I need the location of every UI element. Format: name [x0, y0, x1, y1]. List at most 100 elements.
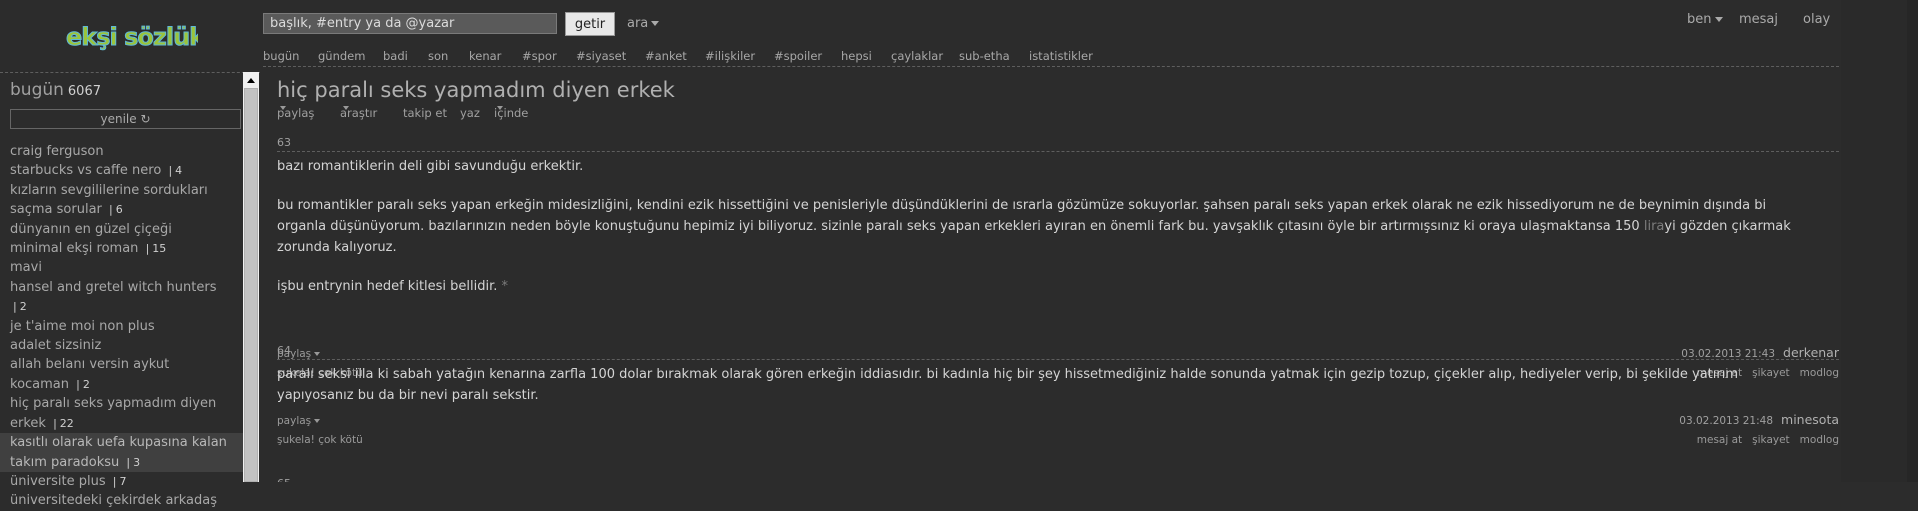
- nav-anket[interactable]: #anket: [645, 49, 687, 63]
- ekşi-sözlük-logo[interactable]: ekşi sözlük: [64, 18, 208, 54]
- topic-title: hansel and gretel witch hunters: [10, 279, 217, 295]
- logo-text: ekşi sözlük: [66, 23, 198, 51]
- entry-paragraph: paralı seksi illa ki sabah yatağın kenar…: [277, 367, 1738, 403]
- topic-entry-count: 2: [19, 300, 27, 314]
- search-options-label: ara: [627, 16, 649, 31]
- sidebar-scrollbar[interactable]: [243, 72, 259, 482]
- topic-content: hiç paralı seks yapmadım diyen erkek pay…: [277, 72, 1841, 482]
- me-menu[interactable]: ben: [1687, 12, 1723, 27]
- topic-title: üniversite plus: [10, 473, 106, 489]
- scroll-up-arrow-icon[interactable]: [243, 74, 259, 88]
- topic-count-separator: |: [126, 455, 131, 469]
- sidebar-topic-count: 6067: [67, 84, 101, 99]
- page-scrollbar[interactable]: [1907, 0, 1918, 482]
- topic-list-item[interactable]: hansel and gretel witch hunters | 2: [0, 278, 243, 317]
- topic-list-item[interactable]: allah belanı versin aykut: [0, 355, 243, 374]
- chevron-down-icon: [1714, 17, 1723, 22]
- topic-list-item[interactable]: üniversitedeki çekirdek arkadaş: [0, 491, 243, 510]
- topic-count-separator: |: [112, 474, 117, 488]
- nav-son[interactable]: son: [428, 49, 448, 63]
- left-sidebar: bugün 6067 yenile ↻ craig ferguson starbuc…: [0, 72, 260, 508]
- entry-author[interactable]: derkenar: [1783, 345, 1839, 360]
- events-link[interactable]: olay: [1803, 12, 1830, 27]
- topic-list-item[interactable]: minimal ekşi roman | 15: [0, 239, 243, 258]
- modlog-link[interactable]: modlog: [1800, 434, 1839, 446]
- entry-body: paralı seksi illa ki sabah yatağın kenar…: [277, 364, 1797, 406]
- topic-title: saçma sorular: [10, 202, 102, 218]
- nav-badi[interactable]: badi: [383, 49, 408, 63]
- bkz-link[interactable]: lira: [1644, 219, 1665, 234]
- send-message-link[interactable]: mesaj at: [1697, 434, 1742, 446]
- header: ekşi sözlük getir ara ben mesaj olay bug…: [0, 0, 1918, 72]
- entry-paragraph: bazı romantiklerin deli gibi savunduğu e…: [277, 159, 584, 174]
- nav-istatistikler[interactable]: istatistikler: [1029, 49, 1093, 63]
- topic-list-item[interactable]: craig ferguson: [0, 142, 243, 161]
- topic-title: kızların sevgililerine sordukları: [10, 182, 208, 198]
- topic-list-item[interactable]: hiç paralı seks yapmadım diyen erkek | 22: [0, 394, 243, 433]
- messages-link[interactable]: mesaj: [1739, 12, 1778, 27]
- follow-link[interactable]: takip et: [403, 106, 447, 120]
- write-link[interactable]: yaz: [460, 106, 480, 120]
- nav-gundem[interactable]: gündem: [318, 49, 365, 63]
- upvote-button[interactable]: şukela!: [277, 434, 315, 446]
- topic-list-item[interactable]: starbucks vs caffe nero | 4: [0, 161, 243, 180]
- entry-paragraph: işbu entrynin hedef kitlesi bellidir. *: [277, 276, 1817, 297]
- topic-list-item[interactable]: kocaman | 2: [0, 375, 243, 394]
- topic-title: je t'aime moi non plus: [10, 318, 155, 334]
- topic-count-separator: |: [109, 203, 113, 217]
- nav-spor[interactable]: #spor: [522, 49, 557, 63]
- search-input[interactable]: [263, 13, 557, 34]
- refresh-button[interactable]: yenile ↻: [10, 109, 241, 129]
- topic-entry-count: 6: [115, 203, 123, 217]
- topic-list-item[interactable]: je t'aime moi non plus: [0, 317, 243, 336]
- nav-bugun[interactable]: bugün: [263, 49, 299, 63]
- topic-entry-count: 4: [175, 164, 183, 178]
- hidden-reference-link[interactable]: *: [502, 279, 509, 294]
- nav-sub-etha[interactable]: sub-etha: [959, 49, 1010, 63]
- topic-title: mavi: [10, 260, 42, 276]
- chevron-down-icon: [343, 106, 349, 110]
- topic-list-item[interactable]: mavi: [0, 258, 243, 277]
- sidebar-title-label: bugün: [10, 80, 64, 100]
- topic-title: kasıtlı olarak uefa kupasına kalan takım…: [10, 435, 227, 470]
- topic-entry-count: 15: [152, 242, 167, 256]
- topic-list-item[interactable]: dünyanın en güzel çiçeği: [0, 220, 243, 239]
- topic-list-item[interactable]: adalet sizsiniz: [0, 336, 243, 355]
- entry-actions: mesaj at şikayet modlog: [1687, 434, 1839, 446]
- entry-author[interactable]: minesota: [1781, 412, 1839, 427]
- chevron-down-icon: [280, 106, 286, 110]
- nav-siyaset[interactable]: #siyaset: [576, 49, 626, 63]
- nav-hepsi[interactable]: hepsi: [841, 49, 872, 63]
- entry-number: 64: [277, 344, 291, 357]
- search-options-menu[interactable]: ara: [627, 16, 660, 31]
- topic-list-item[interactable]: saçma sorular | 6: [0, 200, 243, 219]
- topic-list: craig ferguson starbucks vs caffe nero | 4…: [0, 142, 243, 511]
- entry-text: işbu entrynin hedef kitlesi bellidir.: [277, 279, 502, 294]
- search-button[interactable]: getir: [565, 12, 615, 36]
- topic-count-separator: |: [76, 377, 80, 391]
- chevron-down-icon: [651, 21, 660, 26]
- nav-caylaklar[interactable]: çaylaklar: [891, 49, 943, 63]
- topic-list-item[interactable]: kasıtlı olarak uefa kupasına kalan takım…: [0, 433, 243, 472]
- entry-share-label: paylaş: [277, 415, 312, 427]
- nav-iliskiler[interactable]: #ilişkiler: [705, 49, 755, 63]
- downvote-button[interactable]: çok kötü: [318, 434, 363, 446]
- nav-spoiler[interactable]: #spoiler: [774, 49, 822, 63]
- page-title[interactable]: hiç paralı seks yapmadım diyen erkek: [277, 78, 675, 102]
- scrollbar-thumb[interactable]: [244, 88, 258, 482]
- report-link[interactable]: şikayet: [1752, 434, 1790, 446]
- me-menu-label: ben: [1687, 12, 1712, 27]
- modlog-link[interactable]: modlog: [1800, 367, 1839, 379]
- entry-divider: [277, 359, 1839, 360]
- topic-count-separator: |: [145, 242, 150, 256]
- sidebar-title[interactable]: bugün 6067: [10, 80, 101, 100]
- entry-meta: 03.02.2013 21:48 minesota: [1679, 412, 1839, 428]
- topic-entry-count: 22: [59, 416, 74, 430]
- topic-title: starbucks vs caffe nero: [10, 163, 162, 179]
- entry-share-menu[interactable]: paylaş: [277, 415, 321, 427]
- entry-date[interactable]: 03.02.2013 21:48: [1679, 415, 1773, 427]
- topic-list-item[interactable]: kızların sevgililerine sordukları: [0, 181, 243, 200]
- nav-kenar[interactable]: kenar: [469, 49, 501, 63]
- topic-title: minimal ekşi roman: [10, 241, 139, 257]
- entry-paragraph: bu romantikler paralı seks yapan erkeğin…: [277, 195, 1817, 258]
